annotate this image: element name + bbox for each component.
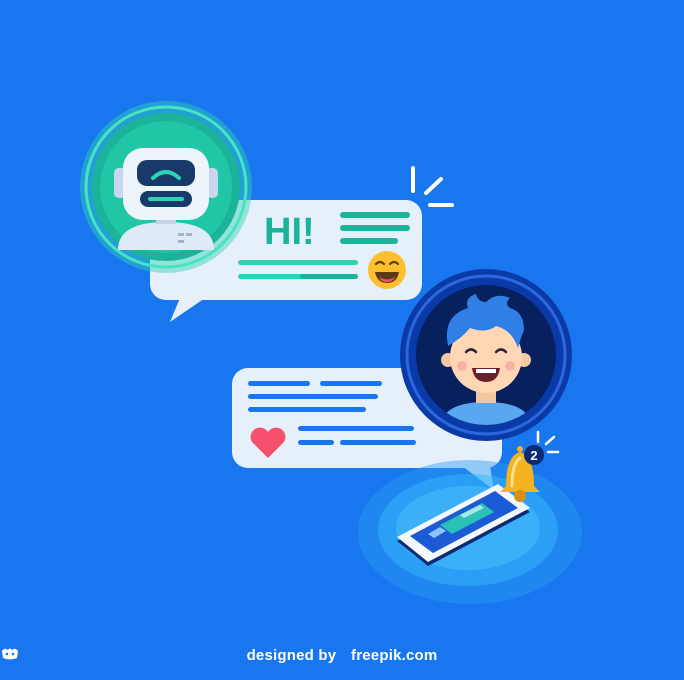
credit-prefix: designed by [246, 647, 337, 664]
user-avatar [400, 269, 572, 441]
attribution: designed by freepik.com [0, 647, 684, 664]
background [0, 0, 684, 680]
chatbot-illustration: HI! 2 designed by freepik.com [0, 0, 684, 680]
credit-brand[interactable]: freepik.com [351, 647, 437, 664]
badge-count: 2 [530, 448, 537, 463]
bot-avatar [80, 101, 252, 273]
notification-badge: 2 [524, 445, 544, 465]
laughing-emoji-icon [368, 251, 406, 289]
illustration-canvas: HI! 2 [0, 0, 684, 680]
phone-area [358, 460, 582, 604]
greeting-text: HI! [264, 211, 315, 253]
